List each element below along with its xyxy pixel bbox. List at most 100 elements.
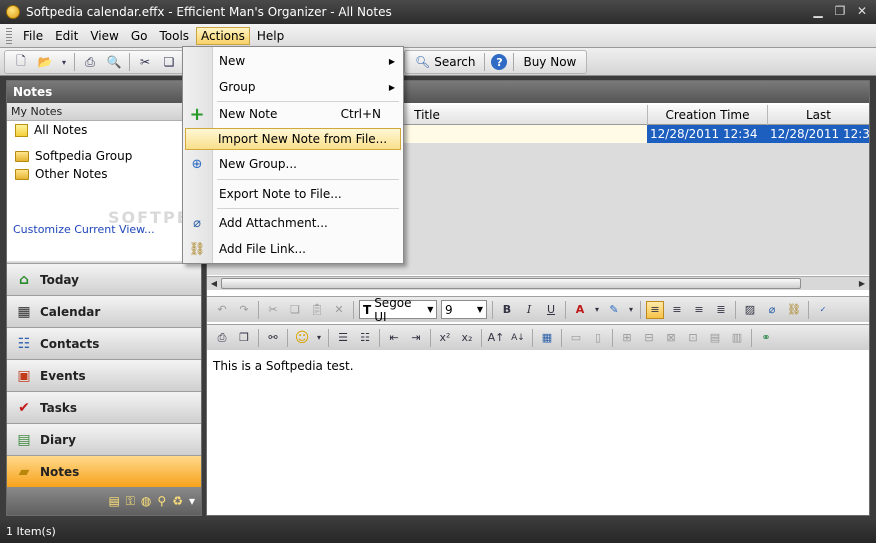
emoticon-icon[interactable]: ☺ — [293, 329, 311, 347]
menu-help[interactable]: Help — [252, 27, 289, 45]
bullets-icon[interactable]: ☰ — [334, 329, 352, 347]
minimize-icon[interactable]: ▁ — [808, 3, 828, 20]
nav-calendar[interactable]: ▦ Calendar — [7, 295, 201, 327]
grow-font-icon[interactable]: A↑ — [487, 329, 505, 347]
toolbar-separator — [513, 53, 515, 71]
horizontal-scrollbar[interactable]: ◀ ▶ — [207, 276, 869, 290]
subscript-icon[interactable]: x₂ — [458, 329, 476, 347]
cut-icon[interactable]: ✂ — [136, 53, 154, 71]
cut-icon[interactable]: ✂ — [264, 301, 282, 319]
redo-icon[interactable]: ↷ — [235, 301, 253, 319]
nav-tasks[interactable]: ✔ Tasks — [7, 391, 201, 423]
scroll-right-icon[interactable]: ▶ — [856, 277, 868, 290]
copy-icon[interactable]: ❏ — [160, 53, 178, 71]
menu-item-import-note[interactable]: Import New Note from File... — [185, 128, 401, 150]
note-editor[interactable]: This is a Softpedia test. — [207, 353, 869, 515]
numbering-icon[interactable]: ☷ — [356, 329, 374, 347]
table-border-icon[interactable]: ▥ — [728, 329, 746, 347]
find-icon[interactable]: ⚯ — [264, 329, 282, 347]
menu-item-export-note[interactable]: Export Note to File... — [185, 183, 401, 205]
insert-image-icon[interactable]: ▨ — [741, 301, 759, 319]
align-center-icon[interactable]: ≡ — [668, 301, 686, 319]
align-right-icon[interactable]: ≡ — [690, 301, 708, 319]
column-last-modification[interactable]: Last Modification — [767, 105, 869, 142]
tree-item-all-notes[interactable]: All Notes — [7, 121, 201, 139]
menu-go[interactable]: Go — [126, 27, 153, 45]
chevron-down-icon[interactable]: ▾ — [60, 53, 68, 71]
toolbar-separator — [735, 300, 736, 319]
attachment-icon[interactable]: ⌀ — [763, 301, 781, 319]
menu-actions[interactable]: Actions — [196, 26, 250, 45]
recycle-icon[interactable]: ♻ — [172, 494, 183, 508]
file-link-icon[interactable]: ⛓ — [785, 301, 803, 319]
insert-table-icon[interactable]: ▦ — [538, 329, 556, 347]
menu-item-new[interactable]: New ▶ — [185, 50, 401, 72]
menu-view[interactable]: View — [85, 27, 123, 45]
tree-item-softpedia-group[interactable]: Softpedia Group — [7, 147, 201, 165]
align-left-icon[interactable]: ≡ — [646, 300, 664, 319]
menu-tools[interactable]: Tools — [154, 27, 194, 45]
chevron-down-icon[interactable]: ▾ — [189, 494, 195, 508]
table-cell-icon[interactable]: ⊞ — [618, 329, 636, 347]
shrink-font-icon[interactable]: A↓ — [509, 329, 527, 347]
open-folder-icon[interactable]: 📂 — [36, 53, 54, 71]
print-icon[interactable]: ⎙ — [213, 329, 231, 347]
font-size-select[interactable]: 9 ▼ — [441, 300, 487, 319]
chevron-down-icon[interactable]: ▾ — [593, 301, 601, 319]
table-props-icon[interactable]: ▤ — [706, 329, 724, 347]
toolbar-separator — [640, 300, 641, 319]
bold-icon[interactable]: B — [498, 301, 516, 319]
menu-item-new-note[interactable]: + New Note Ctrl+N — [185, 103, 401, 125]
nav-today[interactable]: ⌂ Today — [7, 263, 201, 295]
scroll-left-icon[interactable]: ◀ — [208, 277, 220, 290]
italic-icon[interactable]: I — [520, 301, 538, 319]
new-document-icon[interactable]: 🗋 — [12, 53, 30, 71]
highlight-icon[interactable]: ✎ — [605, 301, 623, 319]
nav-diary[interactable]: ▤ Diary — [7, 423, 201, 455]
tree-item-other-notes[interactable]: Other Notes — [7, 165, 201, 183]
font-color-icon[interactable]: A — [571, 301, 589, 319]
help-icon[interactable]: ? — [491, 54, 508, 70]
paste-icon[interactable]: 📋︎ — [308, 301, 326, 319]
superscript-icon[interactable]: x² — [436, 329, 454, 347]
search-button[interactable]: 🔍︎ Search — [409, 52, 481, 72]
table-delete-icon[interactable]: ⊡ — [684, 329, 702, 347]
menu-file[interactable]: File — [18, 27, 48, 45]
nav-contacts[interactable]: ☷ Contacts — [7, 327, 201, 359]
print-icon[interactable]: ⎙ — [81, 53, 99, 71]
maximize-icon[interactable]: ❐ — [830, 3, 850, 20]
print-preview-icon[interactable]: 🔍 — [105, 53, 123, 71]
table-insert-row-icon[interactable]: ▭ — [567, 329, 585, 347]
table-merge-icon[interactable]: ⊠ — [662, 329, 680, 347]
column-creation-time[interactable]: Creation Time — [647, 105, 767, 125]
close-icon[interactable]: ✕ — [852, 3, 872, 20]
decrease-indent-icon[interactable]: ⇤ — [385, 329, 403, 347]
print-preview-icon[interactable]: ❐ — [235, 329, 253, 347]
key-icon[interactable]: ⚿ — [126, 494, 135, 509]
search-small-icon[interactable]: ⚲ — [157, 494, 166, 508]
menu-item-new-group[interactable]: ⊕ New Group... — [185, 153, 401, 175]
chevron-down-icon[interactable]: ▾ — [627, 301, 635, 319]
menu-item-group[interactable]: Group ▶ — [185, 76, 401, 98]
spellcheck-icon[interactable]: ✓ — [814, 301, 832, 319]
justify-icon[interactable]: ≣ — [712, 301, 730, 319]
copy-icon[interactable]: ❏ — [286, 301, 304, 319]
menu-item-add-attachment[interactable]: ⌀ Add Attachment... — [185, 212, 401, 234]
delete-icon[interactable]: ✕ — [330, 301, 348, 319]
menu-edit[interactable]: Edit — [50, 27, 83, 45]
chevron-down-icon[interactable]: ▾ — [315, 329, 323, 347]
table-insert-col-icon[interactable]: ▯ — [589, 329, 607, 347]
table-split-icon[interactable]: ⊟ — [640, 329, 658, 347]
scrollbar-thumb[interactable] — [221, 278, 801, 289]
increase-indent-icon[interactable]: ⇥ — [407, 329, 425, 347]
menu-item-add-file-link[interactable]: ⛓ Add File Link... — [185, 238, 401, 260]
font-family-select[interactable]: T Segoe UI ▼ — [359, 296, 437, 324]
undo-icon[interactable]: ↶ — [213, 301, 231, 319]
globe-icon[interactable]: ◍ — [141, 494, 151, 508]
buy-now-button[interactable]: Buy Now — [517, 52, 582, 72]
nav-events[interactable]: ▣ Events — [7, 359, 201, 391]
underline-icon[interactable]: U — [542, 301, 560, 319]
note-list-icon[interactable]: ▤ — [108, 494, 119, 508]
hyperlink-icon[interactable]: ⚭ — [757, 329, 775, 347]
nav-notes[interactable]: ▰ Notes — [7, 455, 201, 487]
